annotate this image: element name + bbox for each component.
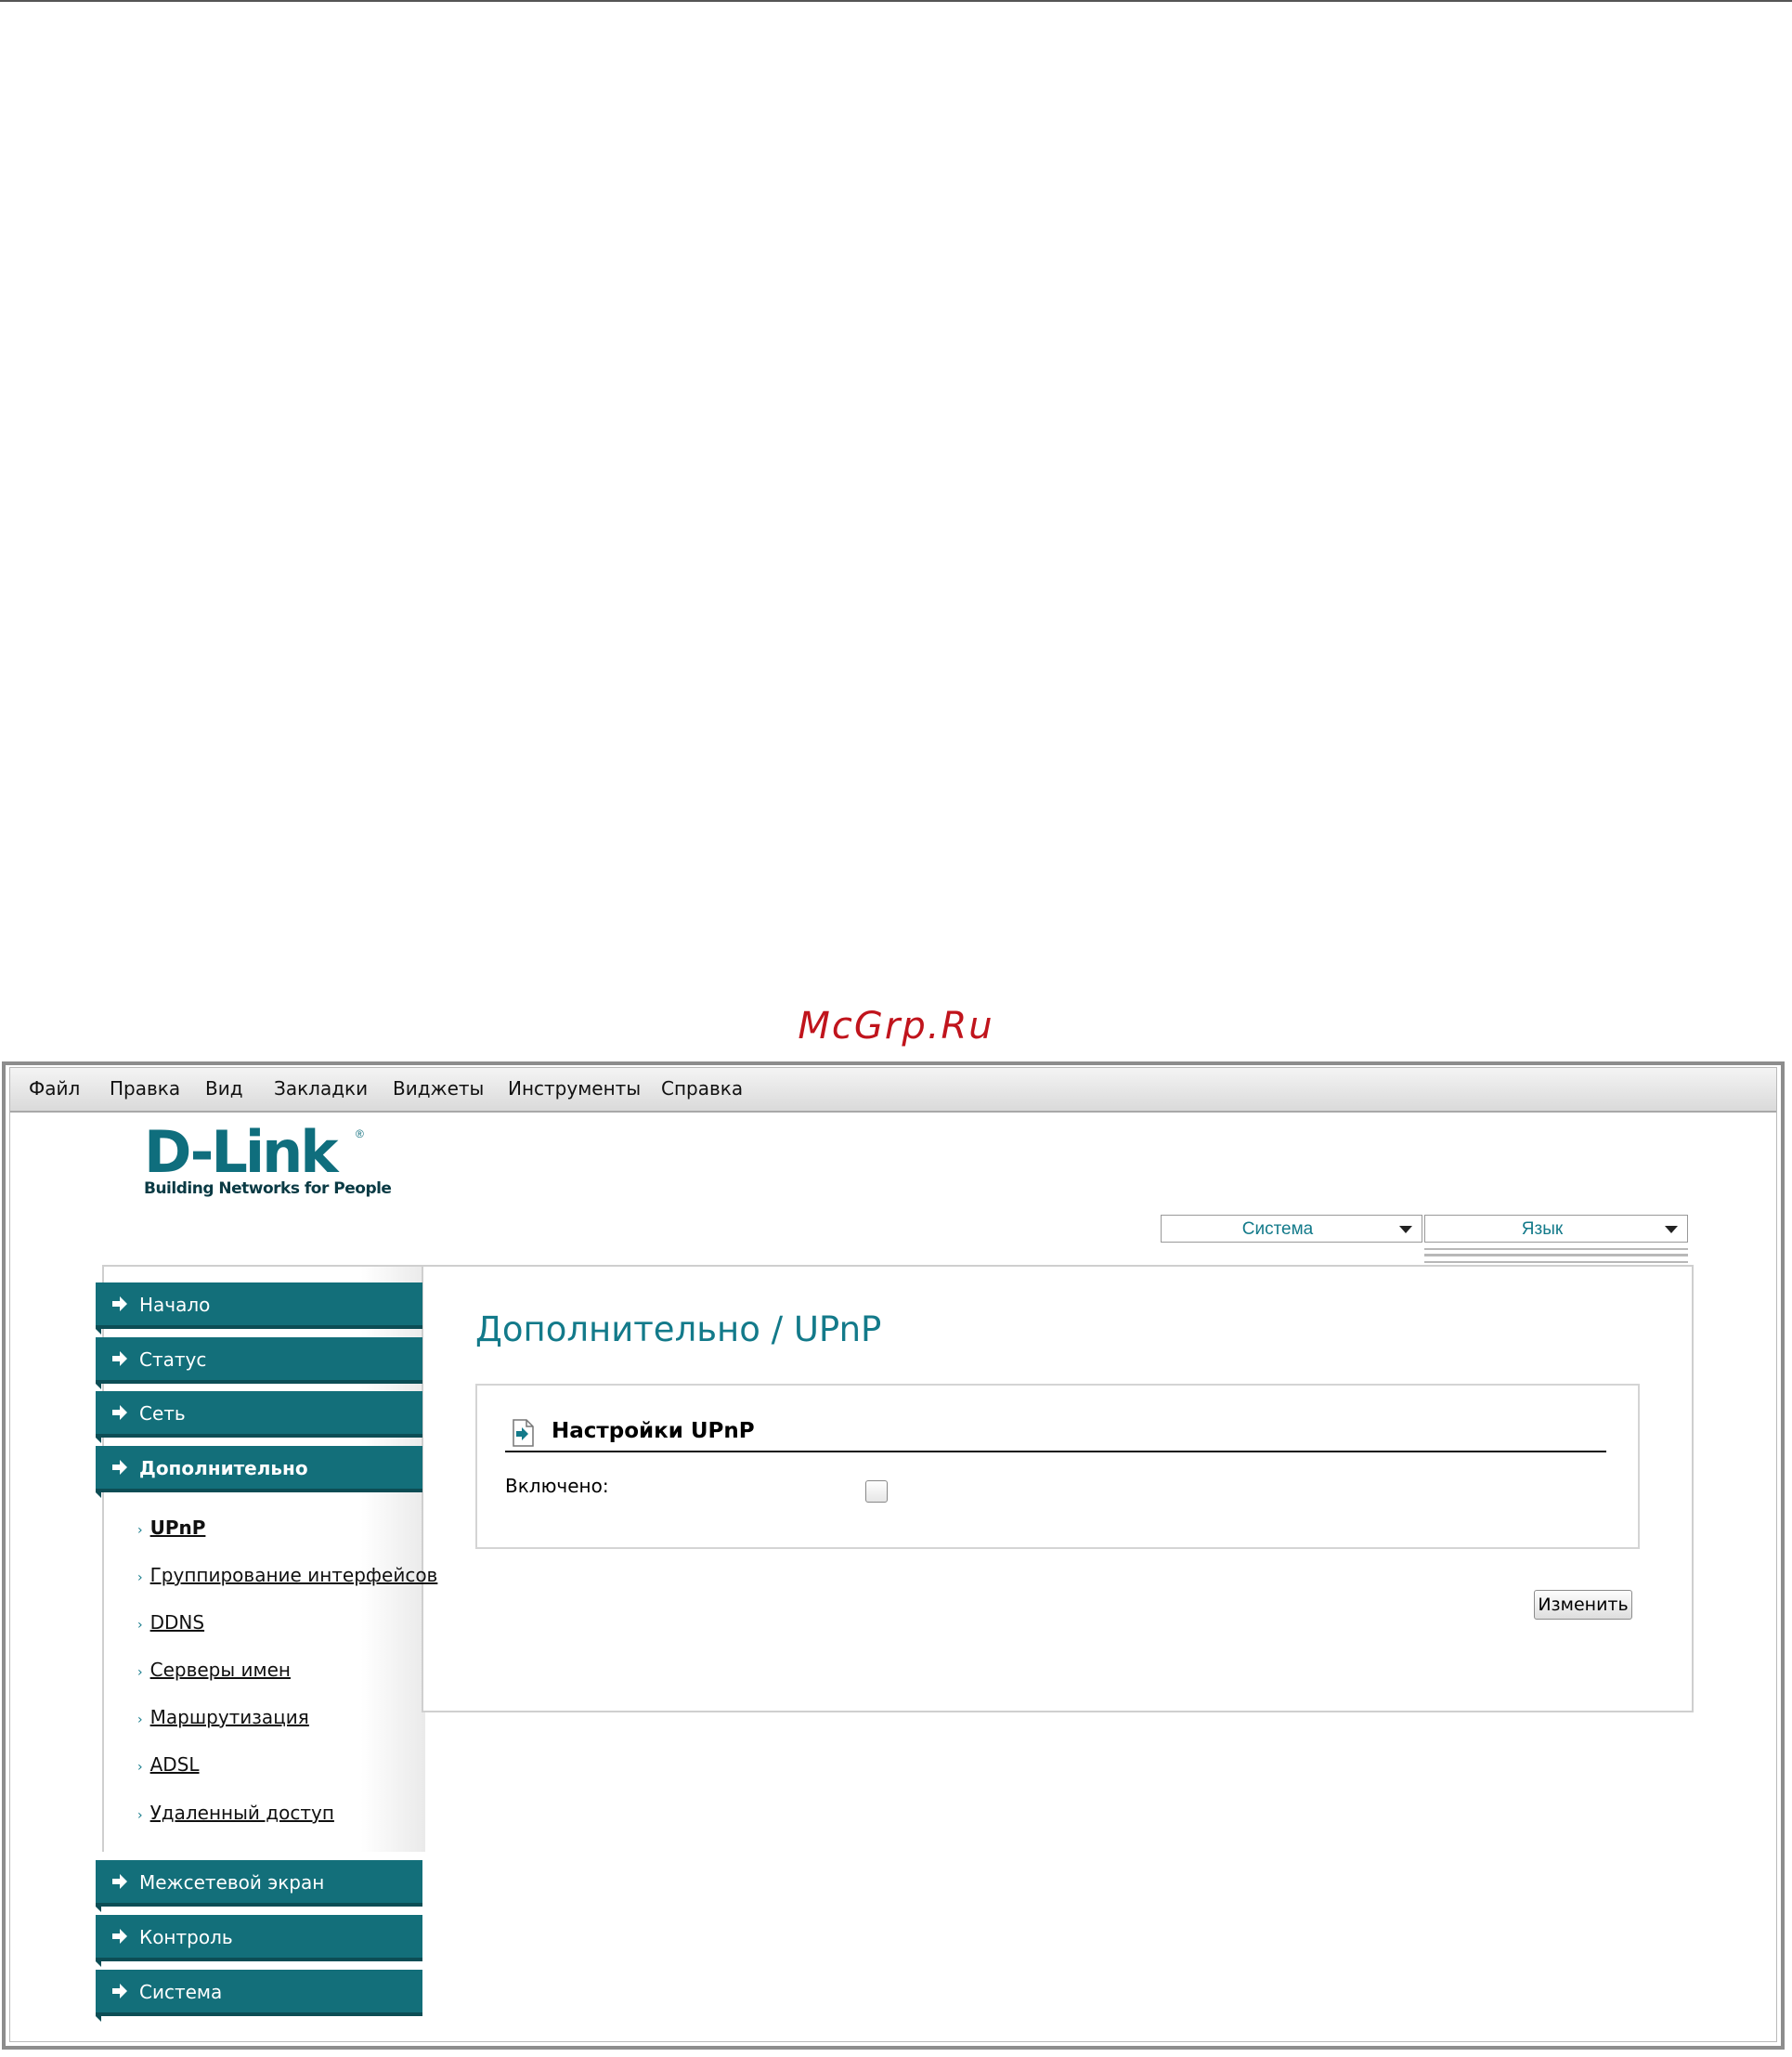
subitem-remote-access[interactable]: › Удаленный доступ xyxy=(137,1802,334,1824)
system-select[interactable]: Система xyxy=(1161,1215,1422,1243)
logo-tagline: Building Networks for People xyxy=(144,1179,392,1198)
document-arrow-icon xyxy=(513,1419,534,1447)
arrow-right-icon xyxy=(112,1351,127,1366)
sidebar-item-control[interactable]: Контроль xyxy=(96,1915,422,1967)
subitem-label: Удаленный доступ xyxy=(149,1802,334,1824)
subitem-upnp[interactable]: › UPnP xyxy=(137,1517,205,1539)
menu-view[interactable]: Вид xyxy=(205,1077,243,1100)
upnp-settings-box: Настройки UPnP Включено: xyxy=(475,1384,1640,1549)
arrow-right-icon xyxy=(112,1460,127,1475)
change-button[interactable]: Изменить xyxy=(1534,1590,1632,1620)
arrow-right-icon xyxy=(112,1984,127,1998)
sidebar-item-label: Сеть xyxy=(139,1402,186,1425)
subitem-name-servers[interactable]: › Серверы имен xyxy=(137,1659,291,1681)
sidebar-item-advanced[interactable]: Дополнительно xyxy=(96,1446,422,1498)
section-title: Настройки UPnP xyxy=(552,1419,755,1443)
menu-help[interactable]: Справка xyxy=(661,1077,743,1100)
menubar: Файл Правка Вид Закладки Виджеты Инструм… xyxy=(10,1068,1776,1113)
sidebar-item-system[interactable]: Система xyxy=(96,1970,422,2022)
menu-file[interactable]: Файл xyxy=(29,1077,80,1100)
language-select[interactable]: Язык xyxy=(1424,1215,1688,1243)
bullet-icon: › xyxy=(137,1808,143,1823)
subitem-label: UPnP xyxy=(149,1517,206,1539)
language-select-value: Язык xyxy=(1521,1219,1564,1239)
dlink-logo: D-Link ® Building Networks for People xyxy=(144,1118,392,1199)
chevron-down-icon xyxy=(1665,1226,1678,1233)
arrow-right-icon xyxy=(112,1405,127,1420)
subitem-ddns[interactable]: › DDNS xyxy=(137,1611,204,1634)
sidebar-item-label: Система xyxy=(139,1981,223,2003)
sidebar-item-start[interactable]: Начало xyxy=(96,1282,422,1334)
top-rule xyxy=(0,0,1792,2)
bullet-icon: › xyxy=(137,1523,143,1538)
sidebar-item-label: Дополнительно xyxy=(139,1457,308,1479)
sidebar-item-label: Межсетевой экран xyxy=(139,1871,325,1894)
subitem-label: Группирование интерфейсов xyxy=(149,1564,438,1586)
sidebar-item-label: Статус xyxy=(139,1348,207,1371)
subitem-label: ADSL xyxy=(149,1753,200,1776)
bullet-icon: › xyxy=(137,1760,143,1775)
watermark: McGrp.Ru xyxy=(798,1005,994,1048)
sidebar-item-network[interactable]: Сеть xyxy=(96,1391,422,1443)
system-select-value: Система xyxy=(1241,1219,1314,1239)
menu-edit[interactable]: Правка xyxy=(110,1077,180,1100)
arrow-right-icon xyxy=(112,1874,127,1889)
arrow-right-icon xyxy=(112,1929,127,1944)
enabled-checkbox[interactable] xyxy=(865,1480,888,1503)
menu-bookmarks[interactable]: Закладки xyxy=(274,1077,368,1100)
subitem-adsl[interactable]: › ADSL xyxy=(137,1753,200,1776)
subitem-label: DDNS xyxy=(149,1611,205,1634)
bullet-icon: › xyxy=(137,1570,143,1585)
sidebar-item-label: Начало xyxy=(139,1294,211,1316)
arrow-right-icon xyxy=(112,1296,127,1311)
sidebar-item-status[interactable]: Статус xyxy=(96,1337,422,1389)
page-title: Дополнительно / UPnP xyxy=(475,1309,882,1349)
section-divider xyxy=(505,1451,1606,1452)
bullet-icon: › xyxy=(137,1618,143,1633)
sidebar-item-firewall[interactable]: Межсетевой экран xyxy=(96,1860,422,1912)
bullet-icon: › xyxy=(137,1665,143,1680)
registered-mark: ® xyxy=(356,1127,364,1140)
logo-word: D-Link xyxy=(144,1118,338,1186)
menu-widgets[interactable]: Виджеты xyxy=(393,1077,484,1100)
subitem-interface-grouping[interactable]: › Группирование интерфейсов xyxy=(137,1564,437,1586)
chevron-down-icon xyxy=(1399,1226,1412,1233)
subitem-label: Серверы имен xyxy=(149,1659,291,1681)
sidebar-item-label: Контроль xyxy=(139,1926,233,1948)
subitem-routing[interactable]: › Маршрутизация xyxy=(137,1706,309,1728)
menu-tools[interactable]: Инструменты xyxy=(508,1077,641,1100)
subitem-label: Маршрутизация xyxy=(149,1706,309,1728)
enabled-label: Включено: xyxy=(505,1475,609,1497)
bullet-icon: › xyxy=(137,1712,143,1727)
